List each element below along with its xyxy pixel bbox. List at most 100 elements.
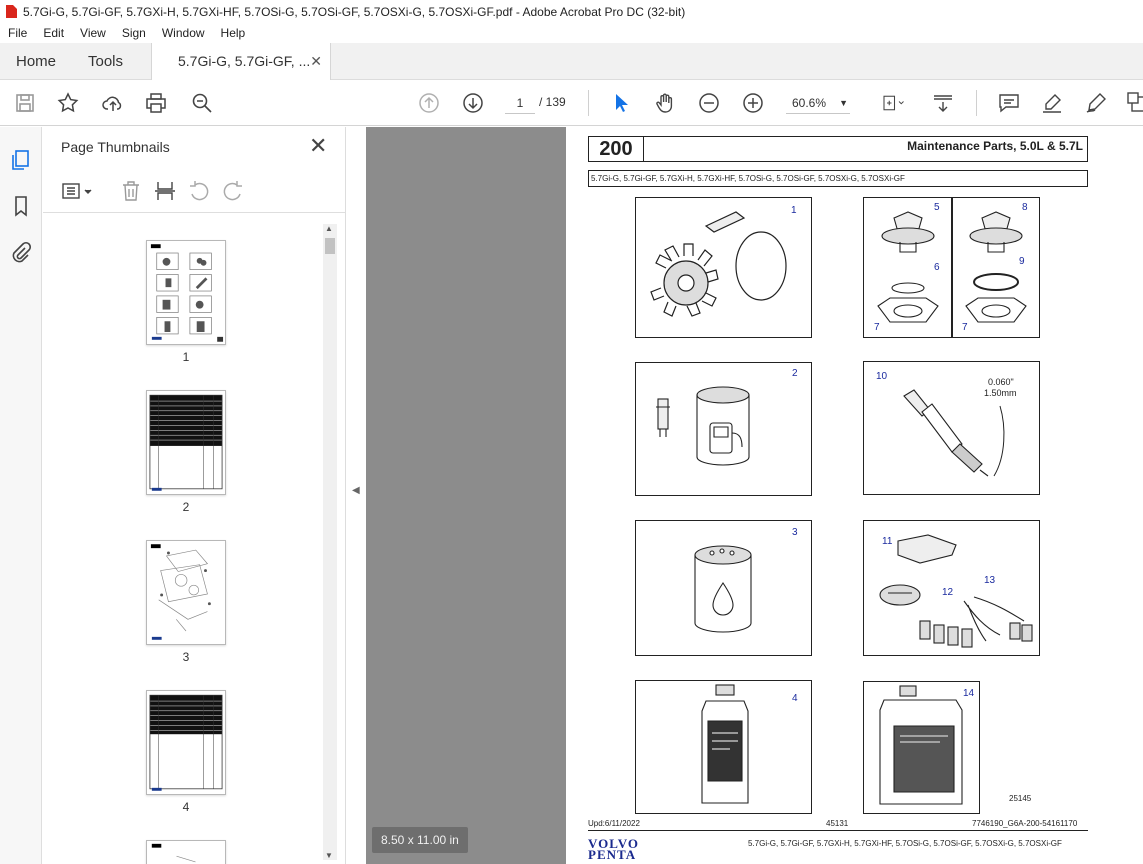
figure-fuel-filter: 2 — [635, 362, 812, 496]
page-fit-icon[interactable] — [876, 90, 910, 116]
thumbnail-scrollbar[interactable]: ▲ ▼ — [323, 224, 337, 860]
panel-title: Page Thumbnails — [61, 139, 170, 155]
main-toolbar: / 139 60.6% ▼ — [0, 80, 1143, 126]
menu-edit[interactable]: Edit — [35, 23, 72, 43]
page-thumbnails-panel: Page Thumbnails ✕ 1 2 3 4 ▲ ▼ — [43, 127, 345, 864]
callout-number: 7 — [962, 322, 968, 333]
tab-document[interactable]: 5.7Gi-G, 5.7Gi-GF, ... ✕ — [151, 43, 331, 81]
figure-ignition-parts: 11 12 13 — [863, 520, 1040, 656]
logo-line-2: PENTA — [588, 847, 637, 862]
select-cursor-icon[interactable] — [607, 90, 633, 116]
footer-rule — [588, 830, 1088, 831]
bookmarks-icon[interactable] — [10, 195, 32, 217]
scroll-mode-icon[interactable] — [930, 90, 956, 116]
document-viewer[interactable]: 8.50 x 11.00 in 200 Maintenance Parts, 5… — [366, 127, 1143, 864]
callout-number: 8 — [1022, 202, 1028, 213]
section-number: 200 — [589, 137, 644, 161]
callout-number: 7 — [874, 322, 880, 333]
spark-gap-mm: 1.50mm — [984, 388, 1017, 398]
page-thumbnails-icon[interactable] — [10, 149, 32, 171]
spark-gap-inches: 0.060" — [988, 377, 1014, 387]
menu-bar: File Edit View Sign Window Help — [0, 23, 1143, 43]
model-list: 5.7Gi-G, 5.7Gi-GF, 5.7GXi-H, 5.7GXi-HF, … — [588, 170, 1088, 187]
callout-number: 2 — [792, 368, 798, 379]
tab-bar: Home Tools 5.7Gi-G, 5.7Gi-GF, ... ✕ — [0, 43, 1143, 81]
chevron-down-icon: ▼ — [839, 98, 848, 108]
callout-number: 12 — [942, 587, 954, 598]
next-page-icon[interactable] — [460, 90, 486, 116]
page-thumbnail-5[interactable] — [146, 840, 226, 864]
panel-collapse-handle[interactable]: ◀ — [345, 127, 365, 864]
zoom-out-icon[interactable] — [696, 90, 722, 116]
menu-sign[interactable]: Sign — [114, 23, 154, 43]
page-thumbnail-2[interactable] — [146, 390, 226, 495]
footer-updated: Upd:6/11/2022 — [588, 819, 640, 828]
rotate-clockwise-icon[interactable] — [221, 179, 245, 203]
extract-pages-icon[interactable] — [153, 179, 177, 203]
window-title: 5.7Gi-G, 5.7Gi-GF, 5.7GXi-H, 5.7GXi-HF, … — [23, 4, 686, 19]
page-header: 200 Maintenance Parts, 5.0L & 5.7L — [588, 136, 1088, 162]
menu-window[interactable]: Window — [154, 23, 213, 43]
more-tools-icon[interactable] — [1125, 90, 1143, 116]
zoom-level-dropdown[interactable]: 60.6% ▼ — [786, 92, 850, 114]
scroll-up-arrow-icon[interactable]: ▲ — [325, 224, 333, 233]
callout-number: 13 — [984, 575, 996, 586]
pdf-file-icon — [6, 5, 17, 18]
hand-tool-icon[interactable] — [652, 90, 678, 116]
callout-number: 4 — [792, 693, 798, 704]
save-icon[interactable] — [12, 90, 38, 116]
page-heading: Maintenance Parts, 5.0L & 5.7L — [907, 139, 1083, 153]
scroll-down-arrow-icon[interactable]: ▼ — [325, 851, 333, 860]
figure-impeller-kit: 1 — [635, 197, 812, 338]
figure-thermostats: 5 6 7 8 9 7 — [863, 197, 1040, 338]
footer-reference: 7746190_G6A-200-54161170 — [972, 819, 1078, 828]
tab-tools[interactable]: Tools — [88, 43, 123, 80]
upload-cloud-icon[interactable] — [100, 90, 126, 116]
bookmark-star-icon[interactable] — [55, 90, 81, 116]
callout-number: 6 — [934, 262, 940, 273]
page-number-input[interactable] — [505, 92, 535, 114]
callout-number: 1 — [791, 205, 797, 216]
menu-file[interactable]: File — [0, 23, 35, 43]
tab-document-label: 5.7Gi-G, 5.7Gi-GF, ... — [178, 53, 311, 69]
tab-home[interactable]: Home — [16, 43, 56, 80]
figure-spark-plug: 10 0.060" 1.50mm — [863, 361, 1040, 495]
page-thumbnail-1[interactable] — [146, 240, 226, 345]
callout-number: 9 — [1019, 256, 1025, 267]
footer-models: 5.7Gi-G, 5.7Gi-GF, 5.7GXi-H, 5.7GXi-HF, … — [748, 839, 1062, 848]
delete-trash-icon[interactable] — [119, 179, 143, 203]
comment-icon[interactable] — [996, 90, 1022, 116]
highlight-pen-icon[interactable] — [1039, 90, 1065, 116]
sign-pen-icon[interactable] — [1083, 90, 1109, 116]
figure-divider — [951, 198, 953, 337]
attachments-paperclip-icon[interactable] — [10, 241, 32, 263]
menu-help[interactable]: Help — [213, 23, 254, 43]
left-navigation-rail — [0, 127, 42, 864]
rotate-counterclockwise-icon[interactable] — [187, 179, 211, 203]
figure-reference: 25145 — [1009, 794, 1032, 803]
tab-close-icon[interactable]: ✕ — [310, 43, 322, 80]
thumbnail-list: 1 2 3 4 — [43, 224, 329, 864]
callout-number: 14 — [963, 688, 975, 699]
previous-page-icon[interactable] — [416, 90, 442, 116]
callout-number: 11 — [882, 536, 893, 547]
volvo-penta-logo: VOLVO PENTA — [588, 837, 639, 862]
callout-number: 10 — [876, 371, 888, 382]
page-thumbnail-4[interactable] — [146, 690, 226, 795]
page-thumbnail-3[interactable] — [146, 540, 226, 645]
pdf-page: 200 Maintenance Parts, 5.0L & 5.7L 5.7Gi… — [566, 127, 1143, 864]
page-size-indicator: 8.50 x 11.00 in — [372, 827, 468, 853]
zoom-level-value: 60.6% — [792, 96, 827, 110]
print-icon[interactable] — [143, 90, 169, 116]
close-icon[interactable]: ✕ — [309, 133, 327, 159]
thumbnail-options-icon[interactable] — [61, 179, 95, 203]
figure-coolant: 14 — [863, 681, 980, 814]
thumbnail-label: 3 — [182, 650, 190, 664]
thumbnail-toolbar — [43, 173, 345, 213]
menu-view[interactable]: View — [72, 23, 114, 43]
zoom-search-icon[interactable] — [189, 90, 215, 116]
page-total: / 139 — [539, 95, 566, 109]
zoom-in-icon[interactable] — [740, 90, 766, 116]
scrollbar-thumb[interactable] — [325, 238, 335, 254]
thumbnail-label: 2 — [182, 500, 190, 514]
